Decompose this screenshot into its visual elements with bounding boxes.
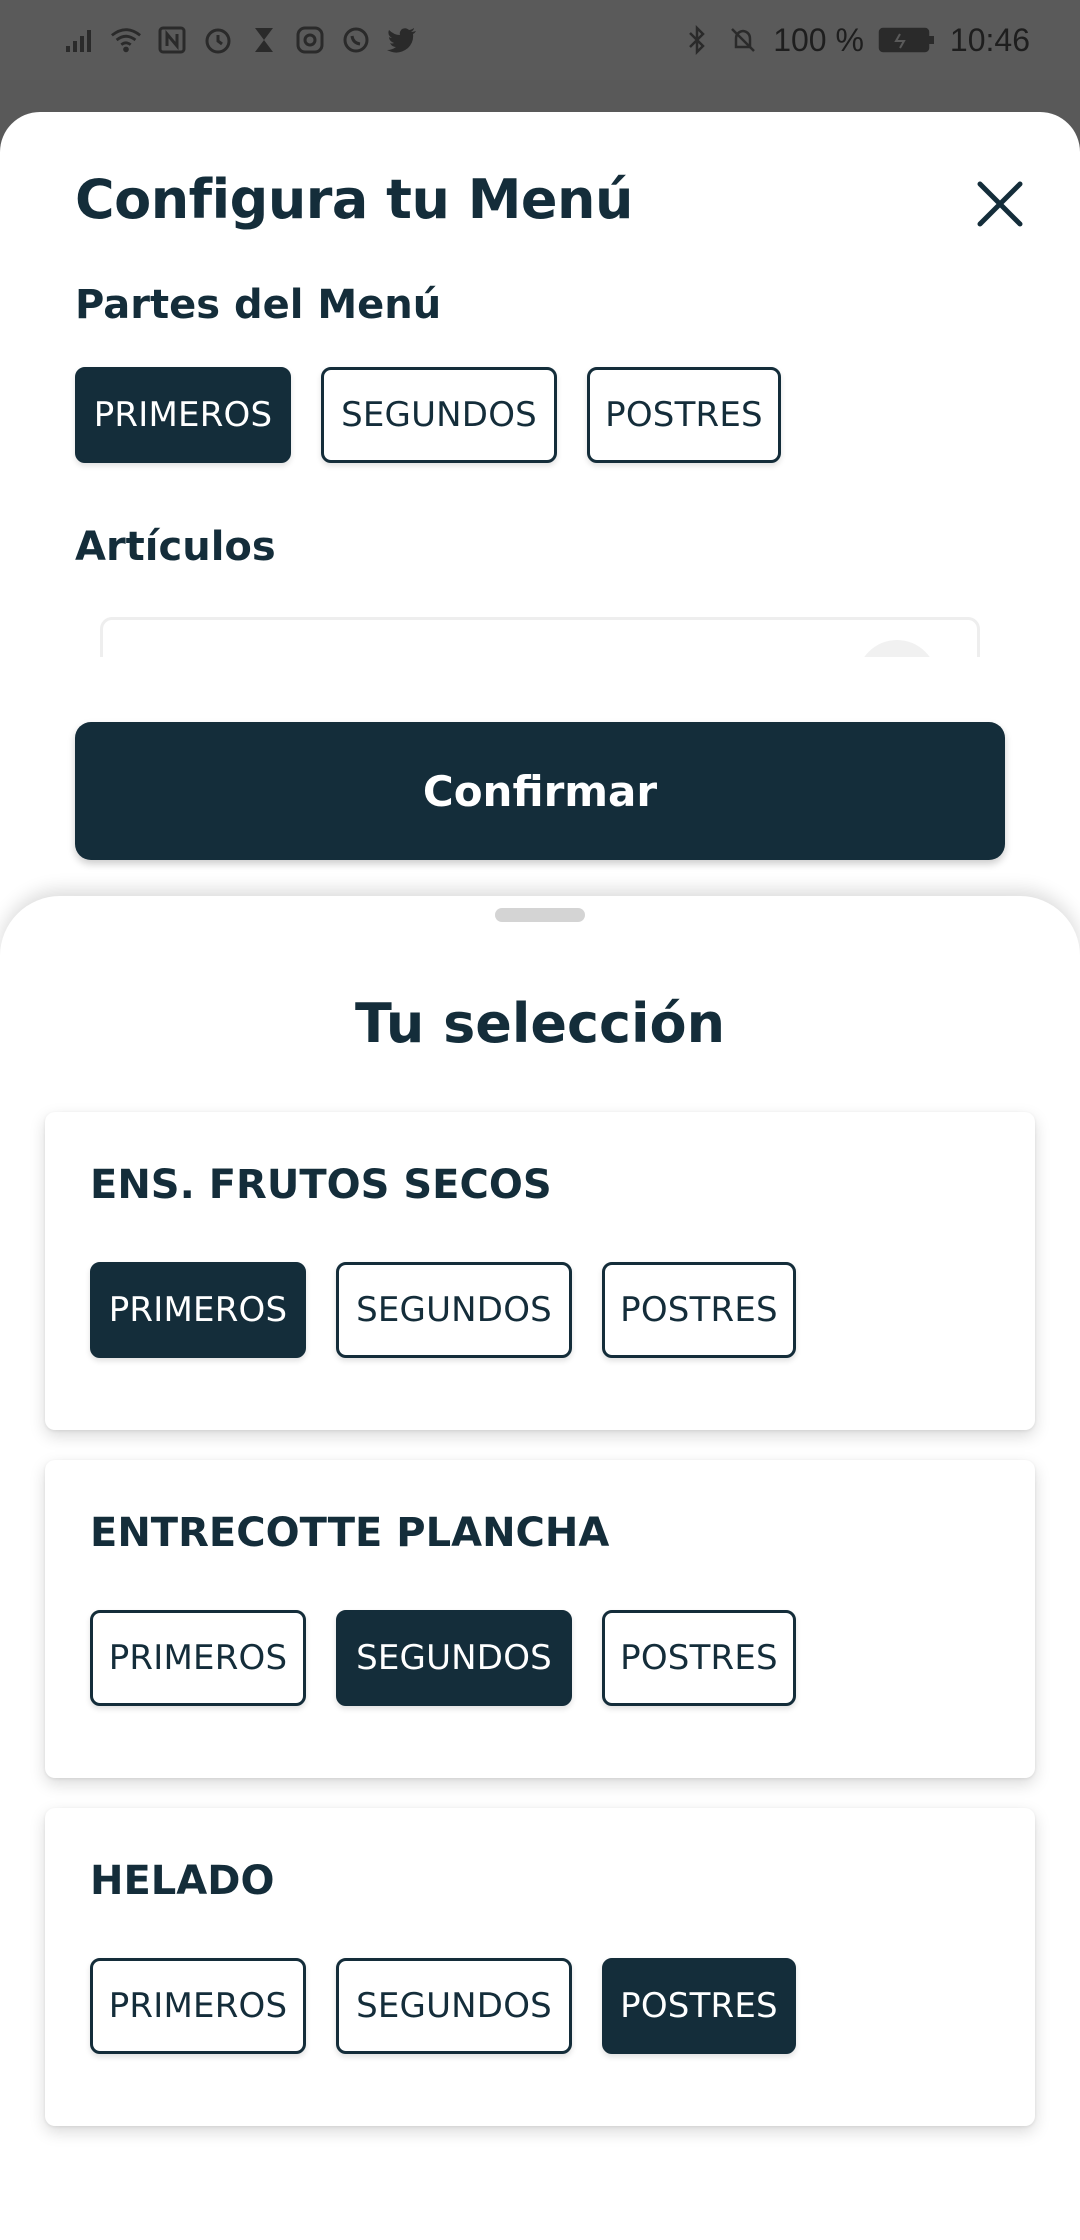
parts-label: Partes del Menú xyxy=(75,282,442,328)
page-title: Configura tu Menú xyxy=(75,168,633,231)
selection-chip-row: PRIMEROS SEGUNDOS POSTRES xyxy=(90,1262,796,1358)
battery-percent: 100 % xyxy=(773,21,864,58)
nfc-icon xyxy=(156,24,188,56)
chip-segundos[interactable]: SEGUNDOS xyxy=(336,1610,572,1706)
whatsapp-icon xyxy=(340,24,372,56)
part-chip-postres[interactable]: POSTRES xyxy=(587,367,781,463)
status-icons-left xyxy=(64,24,418,56)
bluetooth-icon xyxy=(681,24,713,56)
status-icons-right: 100 % 10:46 xyxy=(681,22,1030,59)
chip-postres[interactable]: POSTRES xyxy=(602,1262,796,1358)
part-chip-primeros[interactable]: PRIMEROS xyxy=(75,367,291,463)
chip-segundos[interactable]: SEGUNDOS xyxy=(336,1262,572,1358)
article-card-peek[interactable] xyxy=(100,617,980,657)
chip-primeros[interactable]: PRIMEROS xyxy=(90,1610,306,1706)
selection-item-name: ENS. FRUTOS SECOS xyxy=(90,1162,552,1208)
mute-bell-icon xyxy=(727,24,759,56)
articles-label: Artículos xyxy=(75,524,276,570)
twitter-icon xyxy=(386,24,418,56)
selection-title: Tu selección xyxy=(354,992,726,1055)
selection-card: HELADO PRIMEROS SEGUNDOS POSTRES xyxy=(45,1808,1035,2126)
selection-card: ENS. FRUTOS SECOS PRIMEROS SEGUNDOS POST… xyxy=(45,1112,1035,1430)
instagram-icon xyxy=(294,24,326,56)
wifi-icon xyxy=(110,24,142,56)
alarm-icon xyxy=(202,24,234,56)
selection-bottom-sheet: Tu selección ENS. FRUTOS SECOS PRIMEROS … xyxy=(0,896,1080,2240)
part-chip-segundos[interactable]: SEGUNDOS xyxy=(321,367,557,463)
selection-item-name: HELADO xyxy=(90,1858,275,1904)
drag-handle[interactable] xyxy=(495,908,585,922)
clock: 10:46 xyxy=(949,21,1030,58)
parts-chip-row: PRIMEROS SEGUNDOS POSTRES xyxy=(75,367,781,463)
close-button[interactable] xyxy=(968,172,1032,236)
status-bar: 100 % 10:46 xyxy=(0,0,1080,80)
chip-primeros[interactable]: PRIMEROS xyxy=(90,1958,306,2054)
chip-postres[interactable]: POSTRES xyxy=(602,1958,796,2054)
selection-item-name: ENTRECOTTE PLANCHA xyxy=(90,1510,610,1556)
close-icon xyxy=(977,181,1023,227)
confirm-button[interactable]: Confirmar xyxy=(75,722,1005,860)
article-image xyxy=(857,640,937,657)
selection-card: ENTRECOTTE PLANCHA PRIMEROS SEGUNDOS POS… xyxy=(45,1460,1035,1778)
chip-postres[interactable]: POSTRES xyxy=(602,1610,796,1706)
hourglass-icon xyxy=(248,24,280,56)
selection-chip-row: PRIMEROS SEGUNDOS POSTRES xyxy=(90,1610,796,1706)
chip-segundos[interactable]: SEGUNDOS xyxy=(336,1958,572,2054)
battery-icon xyxy=(878,24,936,56)
selection-chip-row: PRIMEROS SEGUNDOS POSTRES xyxy=(90,1958,796,2054)
chip-primeros[interactable]: PRIMEROS xyxy=(90,1262,306,1358)
signal-icon xyxy=(64,24,96,56)
